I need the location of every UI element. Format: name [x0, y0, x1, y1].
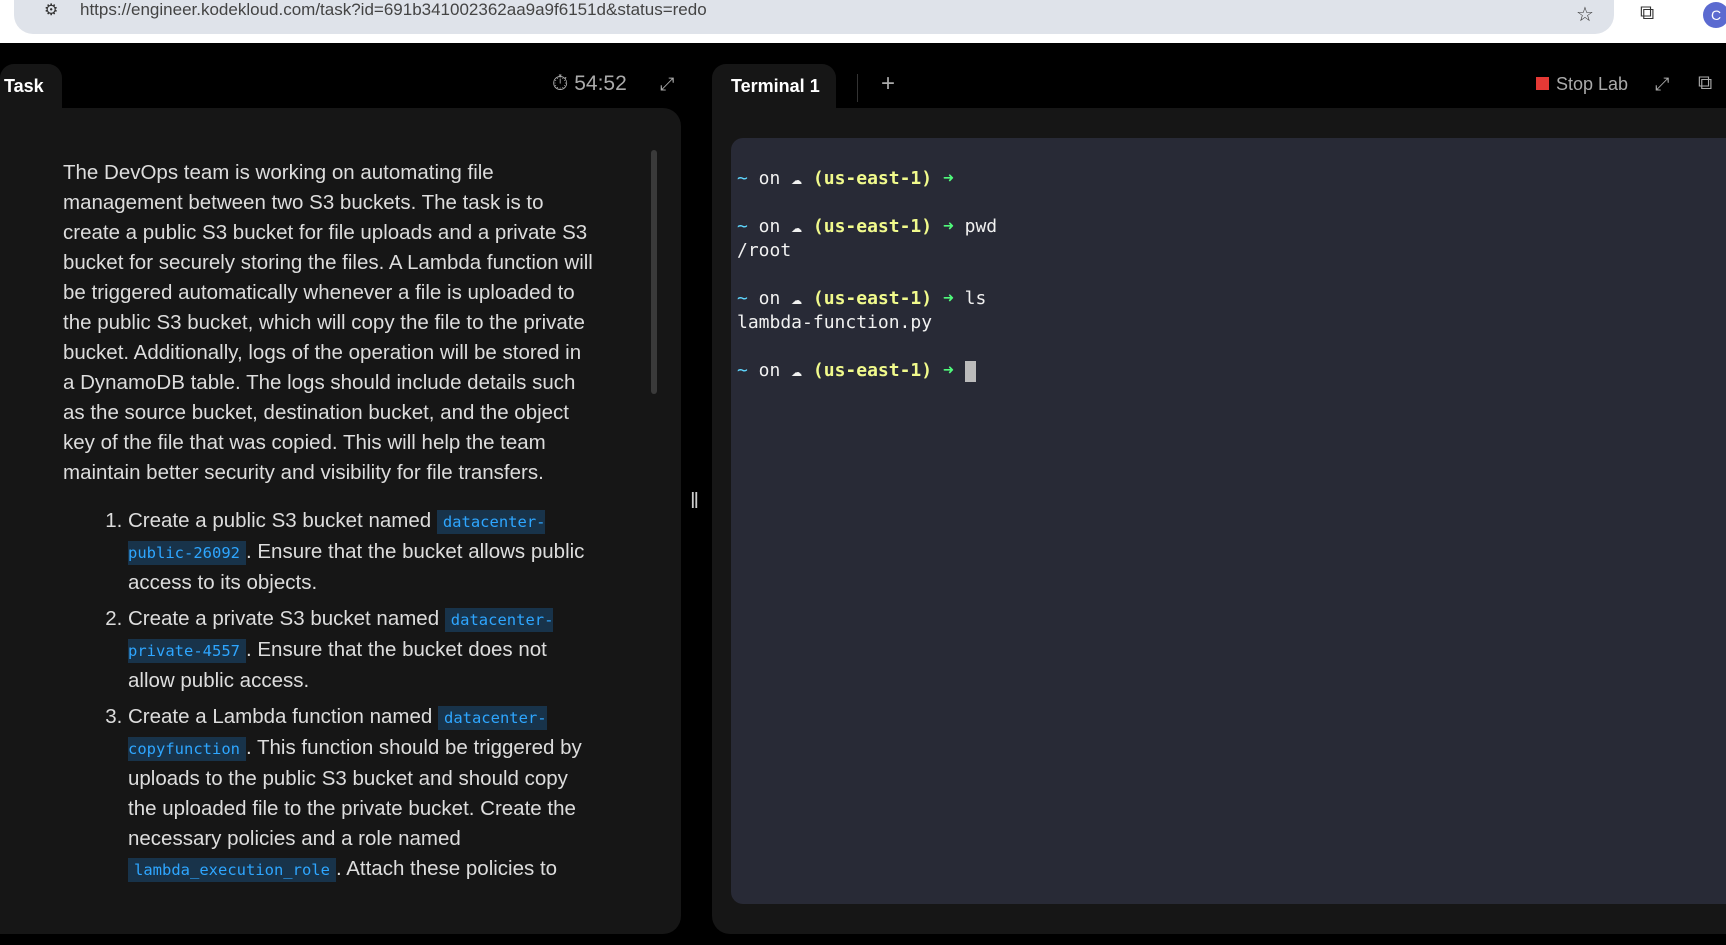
prompt-on: on — [747, 360, 792, 381]
site-settings-icon[interactable]: ⚙ — [44, 0, 58, 20]
terminal[interactable]: ~ on ☁ (us-east-1) ➜ ~ on ☁ (us-east-1) … — [731, 138, 1726, 904]
prompt-on: on — [747, 168, 792, 189]
task-step: Create a Lambda function named datacente… — [128, 702, 593, 885]
prompt-line: ~ on ☁ (us-east-1) ➜ pwd — [737, 216, 1726, 240]
prompt-arrow-icon: ➜ — [932, 216, 965, 237]
tab-task[interactable]: Task — [0, 64, 62, 110]
stop-lab-button[interactable]: Stop Lab — [1536, 74, 1628, 95]
prompt-tilde: ~ — [737, 216, 748, 237]
prompt-tilde: ~ — [737, 168, 748, 189]
stop-icon — [1536, 77, 1549, 90]
add-terminal-button[interactable]: + — [881, 70, 895, 98]
panel-resize-handle[interactable]: ‖ — [690, 488, 699, 514]
cloud-icon: ☁ — [791, 360, 813, 381]
prompt-arrow-icon: ➜ — [932, 168, 965, 189]
tab-terminal-label: Terminal 1 — [731, 76, 820, 96]
extensions-icon[interactable]: ⧉ — [1640, 2, 1654, 25]
tab-task-label: Task — [4, 76, 44, 96]
prompt-region: (us-east-1) — [812, 168, 933, 189]
prompt-arrow-icon: ➜ — [932, 288, 965, 309]
command-text: ls — [964, 288, 987, 309]
task-steps: Create a public S3 bucket named datacent… — [63, 506, 593, 885]
timer-value: 54:52 — [574, 72, 627, 95]
prompt-on: on — [747, 216, 792, 237]
prompt-region: (us-east-1) — [812, 216, 933, 237]
prompt-tilde: ~ — [737, 288, 748, 309]
browser-toolbar: ⚙ https://engineer.kodekloud.com/task?id… — [0, 0, 1726, 43]
prompt-line: ~ on ☁ (us-east-1) ➜ — [737, 168, 1726, 192]
prompt-region: (us-east-1) — [812, 288, 933, 309]
open-external-icon[interactable]: ⧉ — [1698, 72, 1712, 95]
stop-lab-label: Stop Lab — [1556, 74, 1629, 94]
cloud-icon: ☁ — [791, 168, 813, 189]
prompt-arrow-icon: ➜ — [932, 360, 965, 381]
address-bar[interactable]: ⚙ https://engineer.kodekloud.com/task?id… — [14, 0, 1614, 34]
cloud-icon: ☁ — [791, 288, 813, 309]
prompt-region: (us-east-1) — [812, 360, 933, 381]
prompt-tilde: ~ — [737, 360, 748, 381]
tab-terminal-1[interactable]: Terminal 1 — [712, 64, 836, 110]
task-scrollbar[interactable] — [651, 150, 657, 394]
profile-avatar[interactable]: C — [1703, 2, 1726, 28]
prompt-on: on — [747, 288, 792, 309]
tab-divider — [857, 74, 858, 102]
task-description: The DevOps team is working on automating… — [63, 158, 593, 903]
timer: ⏱ 54:52 — [552, 72, 627, 96]
task-step: Create a private S3 bucket named datacen… — [128, 604, 593, 696]
command-text: pwd — [964, 216, 998, 237]
prompt-line: ~ on ☁ (us-east-1) ➜ ls — [737, 288, 1726, 312]
task-intro: The DevOps team is working on automating… — [63, 161, 593, 484]
bookmark-star-icon[interactable]: ☆ — [1576, 2, 1594, 27]
stopwatch-icon: ⏱ — [552, 72, 569, 95]
command-output: lambda-function.py — [737, 312, 933, 333]
expand-terminal-icon[interactable]: ⤢ — [1655, 74, 1669, 95]
task-step: Create a public S3 bucket named datacent… — [128, 506, 593, 598]
prompt-line: ~ on ☁ (us-east-1) ➜ — [737, 360, 1726, 384]
role-name-code: lambda_execution_role — [128, 858, 336, 882]
url-text[interactable]: https://engineer.kodekloud.com/task?id=6… — [80, 0, 707, 20]
terminal-cursor — [964, 360, 976, 382]
expand-task-icon[interactable]: ⤢ — [660, 74, 674, 95]
cloud-icon: ☁ — [791, 216, 813, 237]
command-output: /root — [737, 240, 792, 261]
